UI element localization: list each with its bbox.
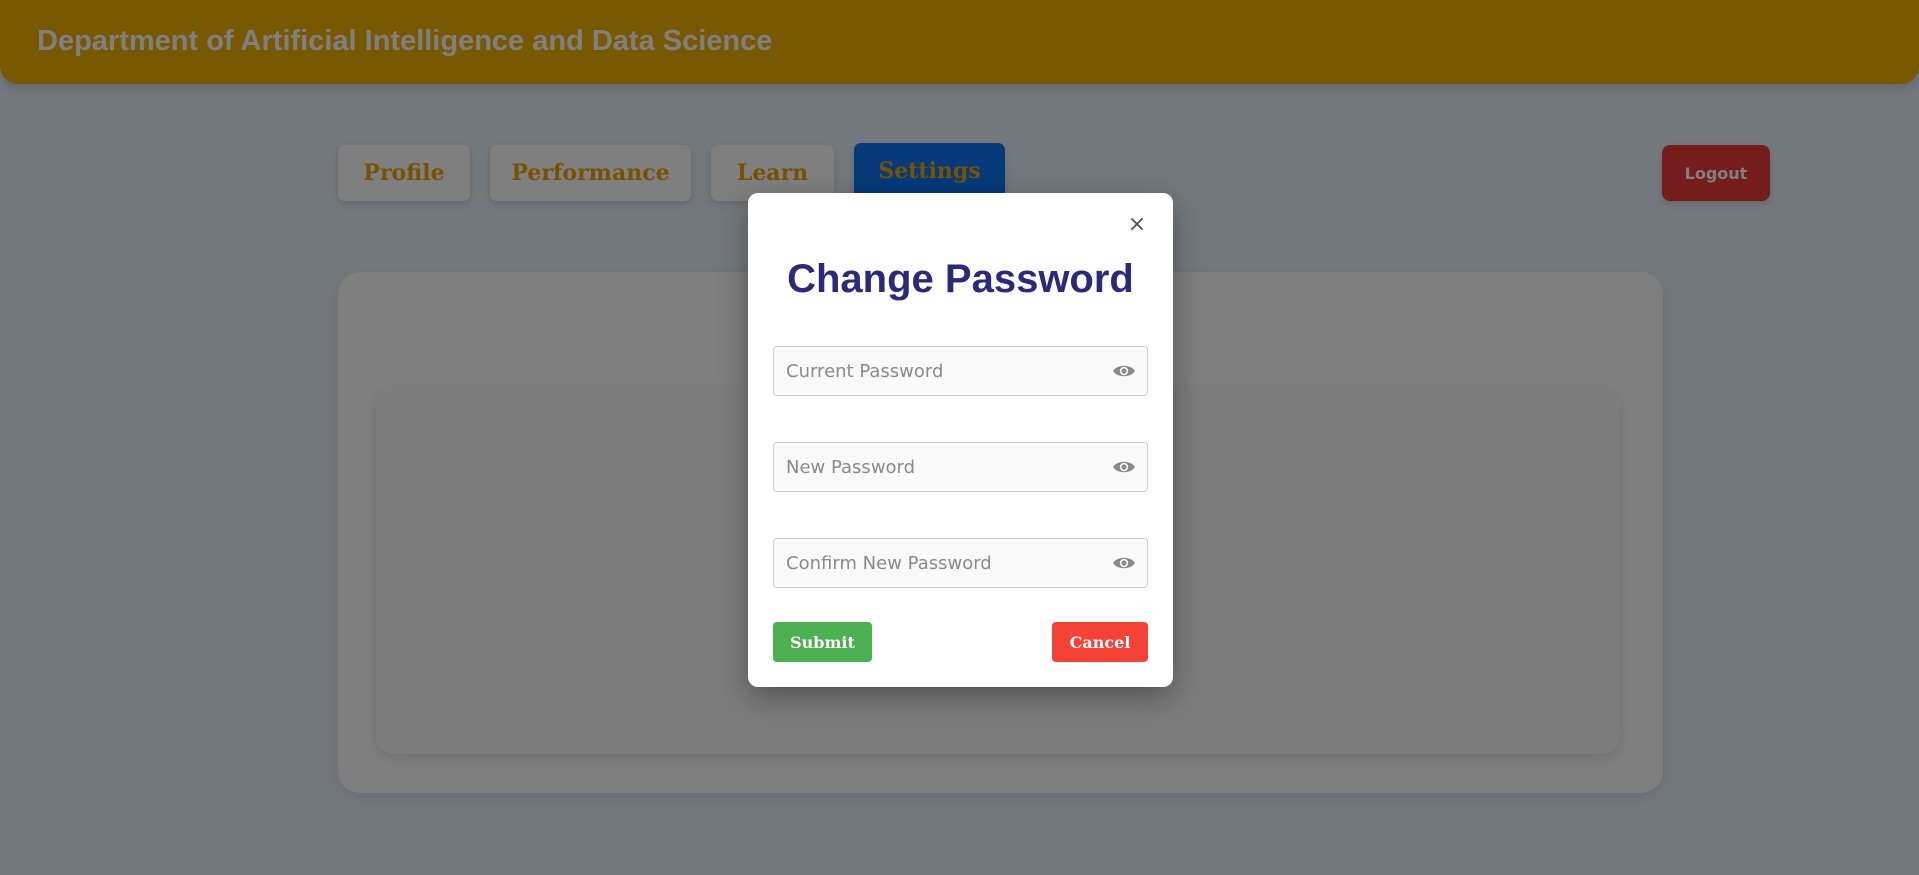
- eye-icon[interactable]: [1112, 552, 1136, 574]
- confirm-password-field: [773, 538, 1148, 588]
- new-password-field: [773, 442, 1148, 492]
- current-password-field: [773, 346, 1148, 396]
- current-password-input[interactable]: [774, 347, 1104, 395]
- eye-icon[interactable]: [1112, 456, 1136, 478]
- new-password-input[interactable]: [774, 443, 1104, 491]
- close-icon[interactable]: ×: [1126, 214, 1148, 236]
- submit-button[interactable]: Submit: [773, 622, 872, 662]
- cancel-button[interactable]: Cancel: [1052, 622, 1148, 662]
- eye-icon[interactable]: [1112, 360, 1136, 382]
- confirm-password-input[interactable]: [774, 539, 1104, 587]
- modal-title: Change Password: [787, 257, 1134, 301]
- change-password-modal: × Change Password Submit Cancel: [748, 193, 1173, 687]
